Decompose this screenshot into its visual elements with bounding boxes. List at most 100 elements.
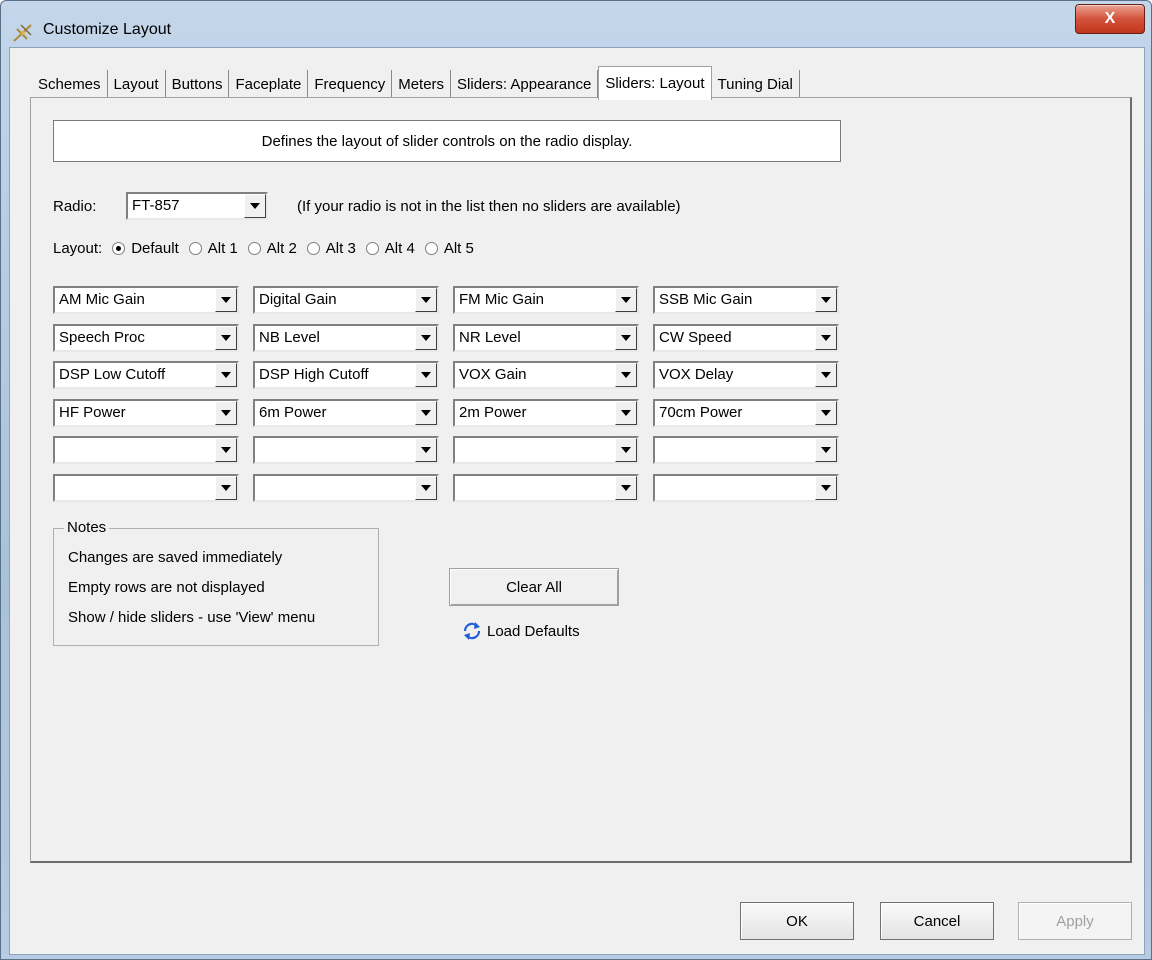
slider-select[interactable]: DSP Low Cutoff bbox=[53, 361, 239, 389]
radio-dot[interactable] bbox=[188, 242, 202, 255]
radio-select-dropdown[interactable] bbox=[244, 194, 266, 218]
slider-select[interactable]: VOX Delay bbox=[653, 361, 839, 389]
layout-radio-alt-2[interactable]: Alt 2 bbox=[247, 240, 297, 257]
slider-select-dropdown[interactable] bbox=[415, 401, 437, 425]
tab-meters[interactable]: Meters bbox=[392, 70, 452, 100]
tab-tuning-dial[interactable]: Tuning Dial bbox=[711, 70, 800, 100]
slider-select-dropdown[interactable] bbox=[615, 288, 637, 312]
close-button[interactable]: X bbox=[1075, 4, 1145, 34]
slider-select-value: 2m Power bbox=[459, 404, 527, 421]
load-defaults-label: Load Defaults bbox=[487, 622, 580, 640]
apply-label: Apply bbox=[1056, 912, 1094, 930]
slider-select[interactable] bbox=[653, 436, 839, 464]
slider-select-dropdown[interactable] bbox=[415, 363, 437, 387]
tab-sliders-layout[interactable]: Sliders: Layout bbox=[598, 66, 712, 100]
slider-select-dropdown[interactable] bbox=[615, 363, 637, 387]
load-defaults-link[interactable]: Load Defaults bbox=[461, 620, 580, 642]
close-icon: X bbox=[1104, 10, 1116, 27]
layout-radio-label: Default bbox=[131, 240, 179, 257]
radio-dot[interactable] bbox=[424, 242, 438, 255]
ok-button[interactable]: OK bbox=[740, 902, 854, 940]
slider-select-dropdown[interactable] bbox=[415, 476, 437, 500]
cancel-button[interactable]: Cancel bbox=[880, 902, 994, 940]
clear-all-button[interactable]: Clear All bbox=[449, 568, 619, 606]
slider-select-dropdown[interactable] bbox=[615, 438, 637, 462]
slider-select-value: 6m Power bbox=[259, 404, 327, 421]
slider-select[interactable]: Speech Proc bbox=[53, 324, 239, 352]
notes-group: Notes Changes are saved immediately Empt… bbox=[53, 519, 379, 646]
slider-select[interactable]: NB Level bbox=[253, 324, 439, 352]
tab-layout[interactable]: Layout bbox=[107, 70, 166, 100]
slider-select-dropdown[interactable] bbox=[615, 476, 637, 500]
radio-select[interactable]: FT-857 bbox=[126, 192, 268, 220]
slider-select-dropdown[interactable] bbox=[215, 288, 237, 312]
slider-select[interactable]: 6m Power bbox=[253, 399, 439, 427]
slider-select-dropdown[interactable] bbox=[815, 401, 837, 425]
slider-select[interactable]: 2m Power bbox=[453, 399, 639, 427]
description-box: Defines the layout of slider controls on… bbox=[53, 120, 841, 162]
chevron-down-icon bbox=[421, 297, 431, 303]
slider-select-dropdown[interactable] bbox=[215, 438, 237, 462]
slider-select-dropdown[interactable] bbox=[815, 363, 837, 387]
layout-radio-alt-5[interactable]: Alt 5 bbox=[424, 240, 474, 257]
radio-dot[interactable] bbox=[365, 242, 379, 255]
layout-radio-label: Alt 2 bbox=[266, 240, 297, 257]
radio-dot[interactable] bbox=[112, 242, 126, 255]
slider-select-dropdown[interactable] bbox=[815, 288, 837, 312]
slider-select[interactable]: NR Level bbox=[453, 324, 639, 352]
radio-hint: (If your radio is not in the list then n… bbox=[297, 198, 681, 215]
slider-select[interactable] bbox=[53, 474, 239, 502]
note-line: Empty rows are not displayed bbox=[68, 579, 265, 596]
chevron-down-icon bbox=[821, 297, 831, 303]
tab-faceplate[interactable]: Faceplate bbox=[229, 70, 309, 100]
slider-select-dropdown[interactable] bbox=[415, 288, 437, 312]
slider-select[interactable]: FM Mic Gain bbox=[453, 286, 639, 314]
apply-button[interactable]: Apply bbox=[1018, 902, 1132, 940]
layout-radio-alt-3[interactable]: Alt 3 bbox=[306, 240, 356, 257]
slider-select[interactable]: 70cm Power bbox=[653, 399, 839, 427]
slider-select-dropdown[interactable] bbox=[815, 438, 837, 462]
slider-select-dropdown[interactable] bbox=[815, 326, 837, 350]
layout-radio-alt-1[interactable]: Alt 1 bbox=[188, 240, 238, 257]
slider-select[interactable] bbox=[453, 474, 639, 502]
slider-select-dropdown[interactable] bbox=[215, 363, 237, 387]
slider-select[interactable]: CW Speed bbox=[653, 324, 839, 352]
slider-select[interactable]: AM Mic Gain bbox=[53, 286, 239, 314]
slider-select-dropdown[interactable] bbox=[215, 476, 237, 500]
slider-select-dropdown[interactable] bbox=[215, 401, 237, 425]
slider-select[interactable] bbox=[253, 474, 439, 502]
refresh-icon bbox=[463, 622, 481, 640]
slider-select-dropdown[interactable] bbox=[615, 326, 637, 350]
slider-select[interactable] bbox=[453, 436, 639, 464]
layout-options: Default Alt 1 Alt 2 Alt 3 Alt 4 Alt 5 bbox=[112, 240, 484, 257]
slider-select-dropdown[interactable] bbox=[815, 476, 837, 500]
tab-buttons[interactable]: Buttons bbox=[165, 70, 230, 100]
chevron-down-icon bbox=[621, 372, 631, 378]
tab-sliders-appearance[interactable]: Sliders: Appearance bbox=[451, 70, 599, 100]
chevron-down-icon bbox=[221, 447, 231, 453]
tab-schemes[interactable]: Schemes bbox=[32, 70, 108, 100]
slider-select[interactable] bbox=[53, 436, 239, 464]
radio-dot[interactable] bbox=[306, 242, 320, 255]
slider-select-dropdown[interactable] bbox=[415, 326, 437, 350]
radio-dot[interactable] bbox=[247, 242, 261, 255]
slider-select-dropdown[interactable] bbox=[215, 326, 237, 350]
slider-select[interactable]: Digital Gain bbox=[253, 286, 439, 314]
slider-select-value: 70cm Power bbox=[659, 404, 743, 421]
dialog-body: Schemes Layout Buttons Faceplate Frequency Me… bbox=[9, 47, 1145, 955]
slider-select-dropdown[interactable] bbox=[415, 438, 437, 462]
slider-select[interactable]: DSP High Cutoff bbox=[253, 361, 439, 389]
layout-radio-label: Alt 4 bbox=[384, 240, 415, 257]
slider-select[interactable]: SSB Mic Gain bbox=[653, 286, 839, 314]
slider-select-dropdown[interactable] bbox=[615, 401, 637, 425]
layout-radio-label: Alt 5 bbox=[443, 240, 474, 257]
title-bar[interactable]: Customize Layout X bbox=[1, 1, 1151, 47]
layout-radio-alt-4[interactable]: Alt 4 bbox=[365, 240, 415, 257]
slider-select[interactable] bbox=[653, 474, 839, 502]
slider-select[interactable] bbox=[253, 436, 439, 464]
radio-label: Radio: bbox=[53, 198, 97, 215]
layout-radio-default[interactable]: Default bbox=[112, 240, 179, 257]
slider-select[interactable]: HF Power bbox=[53, 399, 239, 427]
tab-frequency[interactable]: Frequency bbox=[308, 70, 393, 100]
slider-select[interactable]: VOX Gain bbox=[453, 361, 639, 389]
